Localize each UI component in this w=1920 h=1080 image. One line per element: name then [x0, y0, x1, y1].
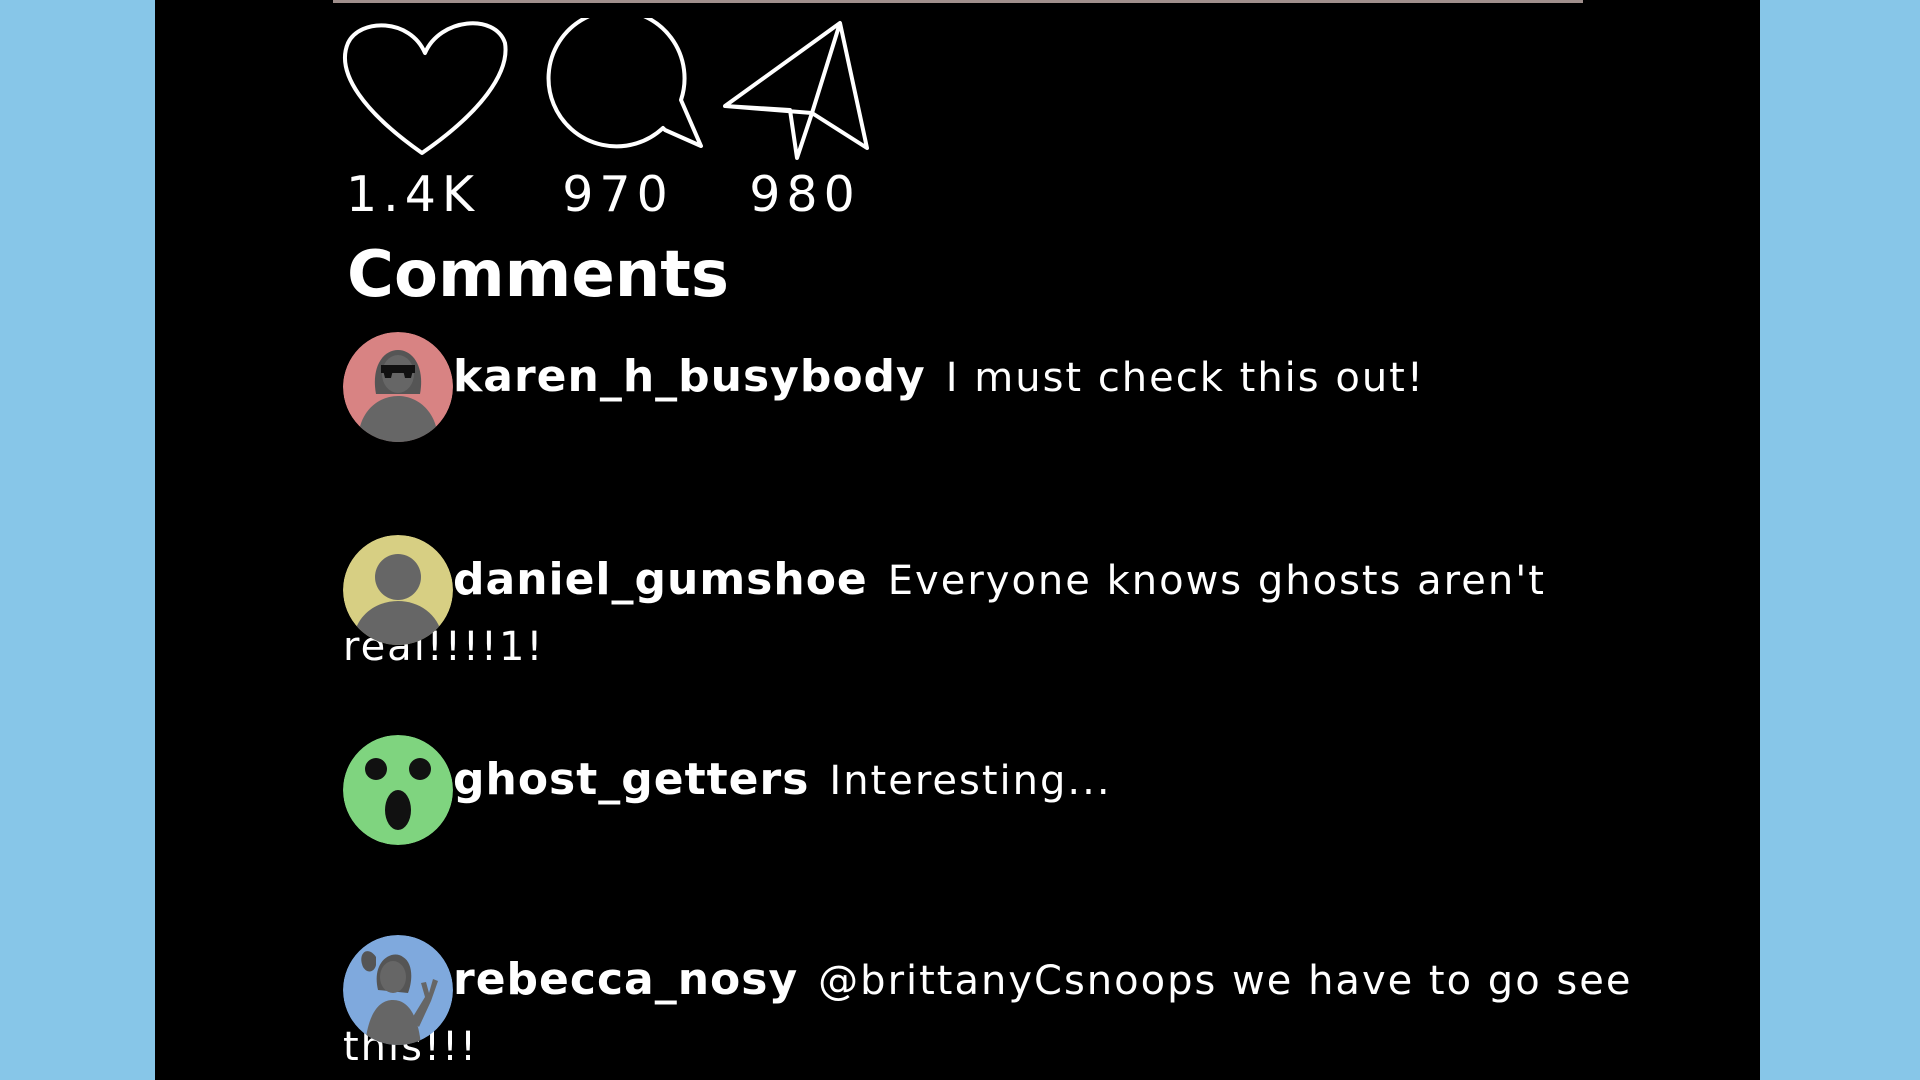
- comment-item: daniel_gumshoe Everyone knows ghosts aren…: [343, 535, 1753, 680]
- avatar[interactable]: [343, 735, 453, 845]
- likes-count: 1.4K: [345, 166, 481, 223]
- comment-text: Interesting...: [829, 758, 1112, 804]
- comment-item: karen_h_busybody I must check this out!: [343, 332, 1753, 442]
- comment-item: rebecca_nosy @brittanyCsnoops we have to …: [343, 935, 1753, 1080]
- post-image-bottom-edge: [333, 0, 1583, 3]
- avatar[interactable]: [343, 935, 453, 1045]
- share-action[interactable]: 980: [715, 18, 905, 223]
- comment-username[interactable]: ghost_getters: [453, 754, 809, 805]
- avatar[interactable]: [343, 332, 453, 442]
- heart-icon[interactable]: [330, 18, 520, 158]
- post-panel: 1.4K 970 980 Comments karen_h_busybody I…: [155, 0, 1760, 1080]
- comment-action[interactable]: 970: [533, 18, 723, 223]
- comments-heading: Comments: [347, 238, 729, 312]
- comment-item: ghost_getters Interesting...: [343, 735, 1753, 845]
- comment-username[interactable]: karen_h_busybody: [453, 351, 926, 402]
- comment-text: I must check this out!: [945, 355, 1425, 401]
- like-action[interactable]: 1.4K: [330, 18, 520, 223]
- speech-bubble-icon[interactable]: [533, 18, 723, 158]
- paper-plane-icon[interactable]: [715, 18, 905, 163]
- comments-count: 970: [562, 166, 674, 223]
- shares-count: 980: [749, 166, 861, 223]
- comment-username[interactable]: daniel_gumshoe: [453, 554, 868, 605]
- comment-username[interactable]: rebecca_nosy: [453, 954, 798, 1005]
- avatar[interactable]: [343, 535, 453, 645]
